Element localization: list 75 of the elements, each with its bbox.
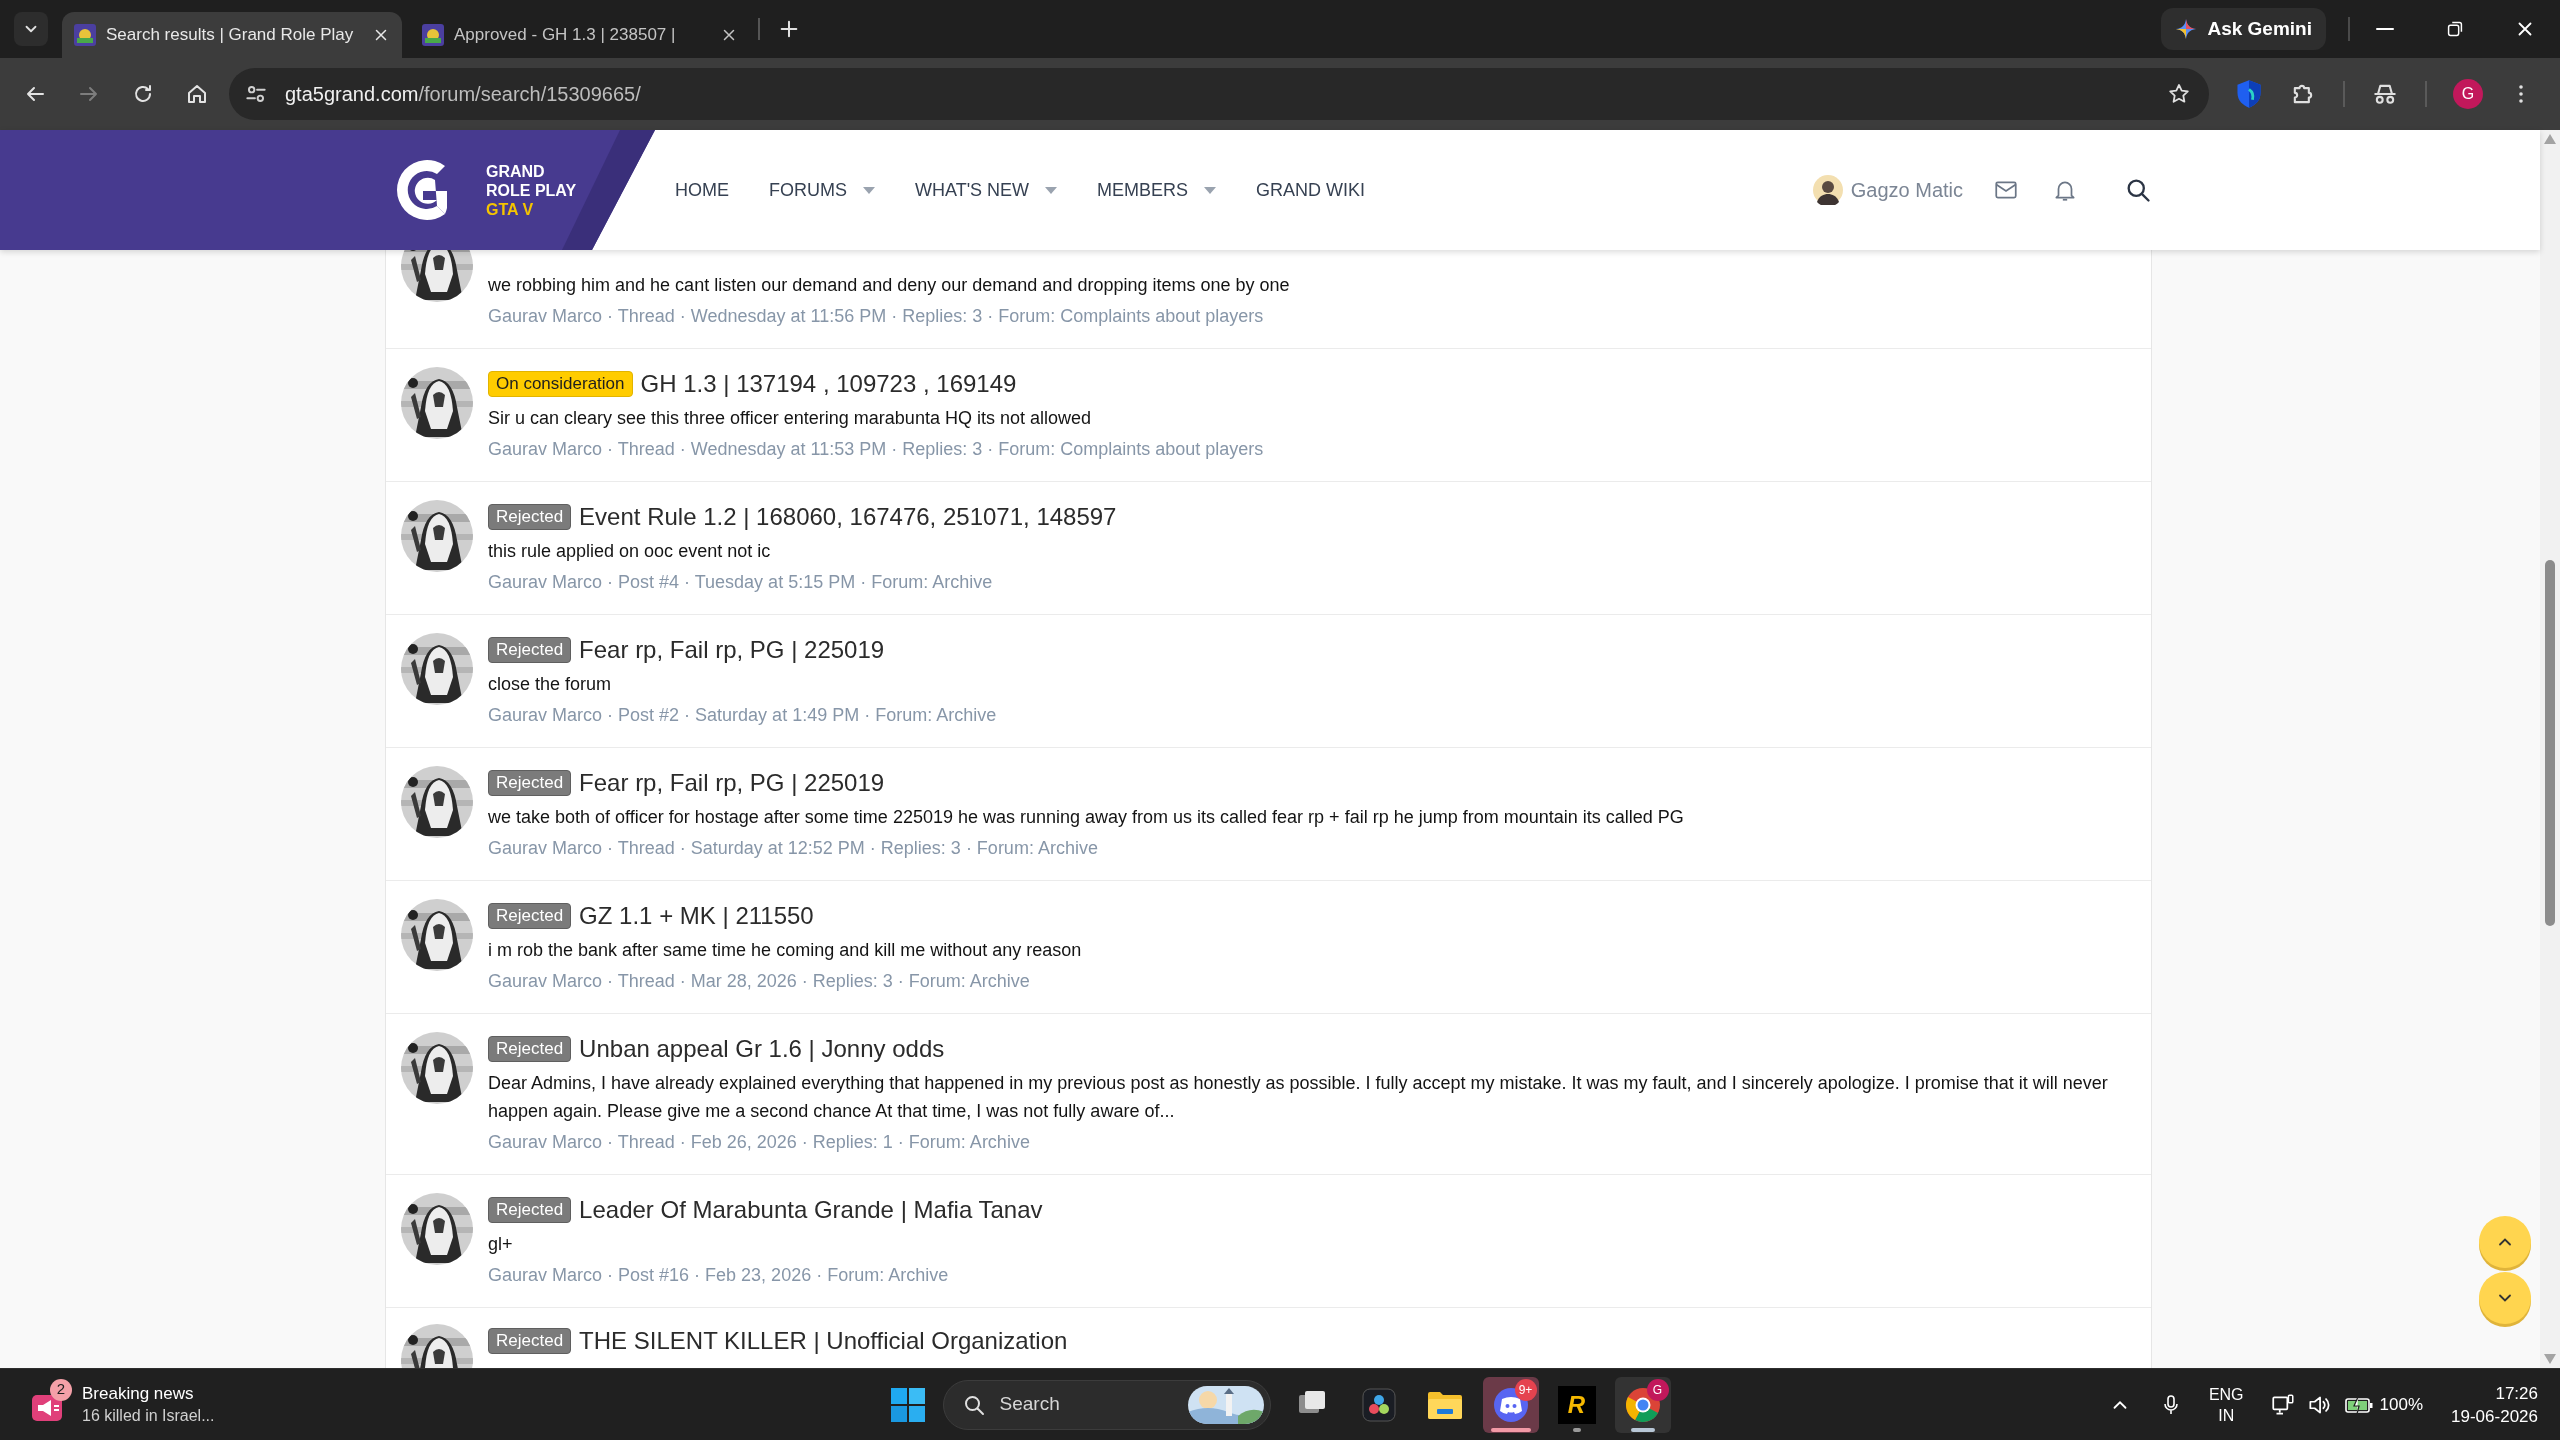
nav-link[interactable]: HOME — [675, 176, 729, 204]
result-meta: Gaurav Marco · Thread · Wednesday at 11:56 PM · Replies: 3 · Forum: Complaints about players — [488, 305, 1265, 328]
status-badge: On consideration — [488, 371, 633, 397]
logo-text: GTA V — [486, 199, 535, 219]
url-text: gta5grand.com/forum/search/15309665/ — [285, 82, 641, 107]
start-button[interactable] — [889, 1386, 926, 1423]
taskbar-search-bar[interactable]: Search — [942, 1379, 1271, 1430]
star-icon[interactable] — [2167, 82, 2191, 106]
network-icon[interactable] — [2269, 1391, 2296, 1418]
result-meta: Gaurav Marco · Thread · Wednesday at 11:53 PM · Replies: 3 · Forum: Complaints about players — [488, 438, 1265, 461]
result-snippet: gl+ — [488, 1233, 514, 1256]
favicon-icon — [422, 24, 444, 46]
thread-title[interactable]: Unban appeal Gr 1.6 | Jonny odds — [579, 1032, 945, 1066]
result-meta: Gaurav Marco · Post #16 · Feb 23, 2026 · Forum: Archive — [488, 1264, 950, 1287]
minimize-icon — [2376, 28, 2394, 30]
nav-link[interactable]: FORUMS — [769, 176, 875, 204]
scrollbar-thumb[interactable] — [2545, 560, 2555, 926]
thread-title[interactable]: Leader Of Marabunta Grande | Mafia Tanav — [579, 1193, 1043, 1227]
result-meta: Gaurav Marco · Post #4 · Tuesday at 5:15 PM · Forum: Archive — [488, 571, 994, 594]
taskbar-app[interactable]: R — [1548, 1376, 1605, 1433]
thread-title[interactable]: GZ 1.1 + MK | 211550 — [579, 899, 814, 933]
tab-search-button[interactable] — [14, 12, 48, 46]
taskbar-app[interactable]: 9+ — [1482, 1376, 1539, 1433]
notification-badge: 9+ — [1514, 1378, 1537, 1401]
search-field[interactable]: Search — [999, 1390, 1150, 1419]
result-meta: Gaurav Marco · Thread · Feb 26, 2026 · Replies: 1 · Forum: Archive — [488, 1131, 1031, 1154]
battery-percentage: 100% — [2379, 1393, 2424, 1416]
result-snippet: close the forum — [488, 673, 613, 696]
result-snippet: i m rob the bank after same time he coming and kill me without any reason — [488, 939, 1083, 962]
news-title[interactable]: Breaking news — [82, 1382, 215, 1405]
nav-link[interactable]: MEMBERS — [1097, 176, 1217, 204]
status-badge: Rejected — [488, 504, 572, 530]
logo-text: GRAND — [486, 161, 546, 181]
profile-avatar[interactable]: G — [2453, 79, 2483, 109]
tab-title: Approved - GH 1.3 | 238507 | — [454, 24, 677, 47]
home-icon — [185, 82, 209, 106]
address-bar[interactable]: gta5grand.com/forum/search/15309665/ — [229, 68, 2209, 120]
user-menu[interactable]: Gagzo Matic — [1812, 175, 1963, 205]
status-badge: Rejected — [488, 1197, 572, 1223]
gemini-button[interactable]: Ask Gemini — [2161, 8, 2326, 50]
app-icon: R — [1557, 1385, 1596, 1424]
browser-tab[interactable]: Search results | Grand Role Play — [62, 12, 402, 58]
new-tab-icon[interactable] — [778, 18, 800, 40]
thread-title[interactable]: GH 1.3 | 137194 , 109723 , 169149 — [640, 367, 1017, 401]
favicon-icon — [74, 24, 96, 46]
nav-link[interactable]: WHAT'S NEW — [915, 176, 1058, 204]
notification-badge: 2 — [50, 1378, 72, 1401]
result-snippet: Sir u can cleary see this three officer entering marabunta HQ its not allowed — [488, 407, 1092, 430]
result-meta: Gaurav Marco · Post #2 · Saturday at 1:49 PM · Forum: Archive — [488, 704, 998, 727]
notification-badge: G — [1646, 1378, 1669, 1401]
status-badge: Rejected — [488, 770, 572, 796]
browser-tab[interactable]: Approved - GH 1.3 | 238507 | — [410, 12, 750, 58]
result-meta: Gaurav Marco · Thread · Saturday at 12:52 PM · Replies: 3 · Forum: Archive — [488, 837, 1099, 860]
tab-title: Search results | Grand Role Play — [106, 24, 355, 47]
status-badge: Rejected — [488, 903, 572, 929]
language-indicator[interactable]: ENG IN — [2208, 1383, 2244, 1426]
clock[interactable]: 17:26 19-06-2026 — [2451, 1381, 2538, 1428]
result-snippet: we take both of officer for hostage after some time 225019 he was running away from us its called fear rp + fail rp he jump from mountain its called PG — [488, 806, 1685, 829]
thread-title[interactable]: Fear rp, Fail rp, PG | 225019 — [579, 633, 885, 667]
thread-title[interactable]: Fear rp, Fail rp, PG | 225019 — [579, 766, 885, 800]
thread-title[interactable]: THE SILENT KILLER | Unofficial Organization — [579, 1324, 1068, 1358]
user-avatar — [1812, 175, 1843, 205]
logo-text: ROLE PLAY — [486, 180, 577, 200]
nav-link[interactable]: GRAND WIKI — [1256, 176, 1366, 204]
thread-title[interactable]: Event Rule 1.2 | 168060, 167476, 251071, 148597 — [579, 500, 1117, 534]
status-badge: Rejected — [488, 1328, 572, 1354]
news-subtitle: 16 killed in Israel... — [82, 1405, 215, 1426]
taskbar-app[interactable]: G — [1614, 1376, 1671, 1433]
result-snippet: Dear Admins, I have already explained everything that happened in my previous post as honestly as possible. I fully accept my mistake. It was my fault, and I sincerely apologize. I promise that it will never happen again. Please give me a second chance At that time, I was not fully aware of... — [488, 1072, 2109, 1123]
status-badge: Rejected — [488, 637, 572, 663]
result-snippet: we robbing him and he cant listen our demand and deny our demand and dropping items one by one — [488, 274, 1291, 297]
result-meta: Gaurav Marco · Thread · Mar 28, 2026 · Replies: 3 · Forum: Archive — [488, 970, 1031, 993]
result-snippet: this rule applied on ooc event not ic — [488, 540, 772, 563]
shield-icon[interactable] — [2235, 79, 2263, 109]
status-badge: Rejected — [488, 1036, 572, 1062]
